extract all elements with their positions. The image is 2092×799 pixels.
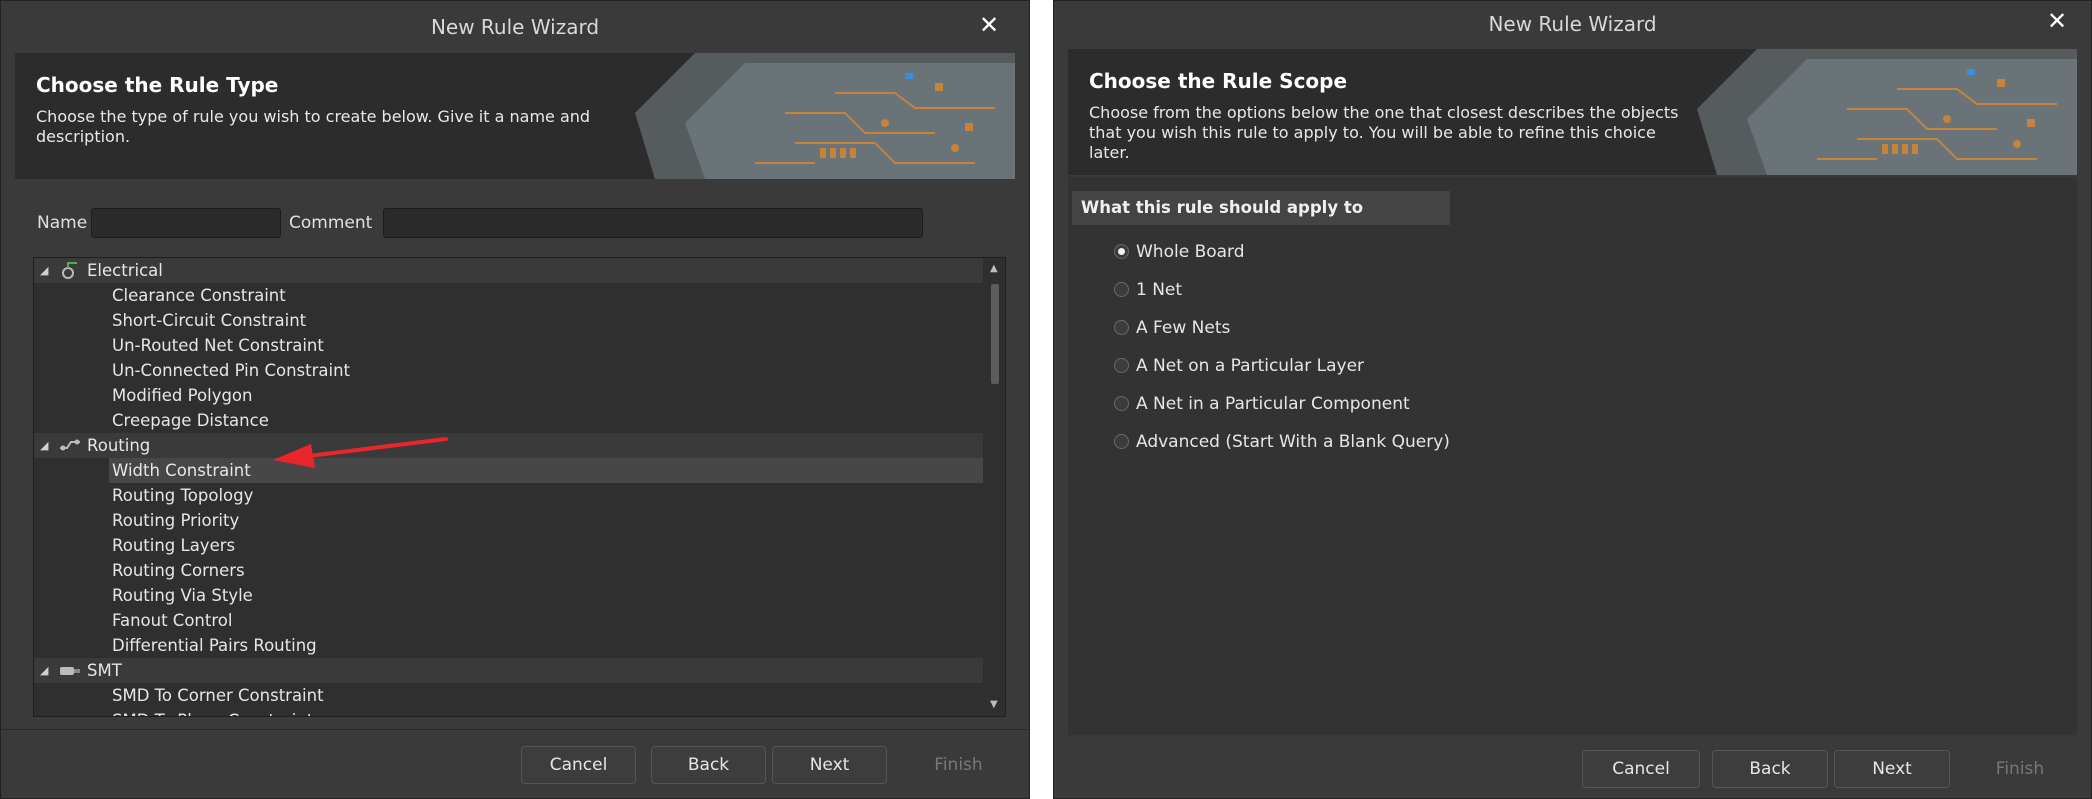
scope-option-label: A Few Nets (1136, 318, 1231, 338)
pcb-banner-image (635, 53, 1015, 179)
name-label: Name (37, 213, 88, 233)
tree-group-electrical[interactable]: ◢ Electrical (34, 258, 983, 283)
tree-item[interactable]: Short-Circuit Constraint (34, 308, 983, 333)
cancel-button[interactable]: Cancel (521, 746, 636, 784)
back-button[interactable]: Back (651, 746, 766, 784)
radio-button-selected[interactable] (1114, 244, 1129, 259)
tree-group-routing[interactable]: ◢ Routing (34, 433, 983, 458)
scope-option-label: Whole Board (1136, 242, 1245, 262)
tree-item-label: Routing Layers (112, 536, 236, 555)
wizard-banner: Choose the Rule Scope Choose from the op… (1068, 49, 2077, 175)
name-input[interactable] (91, 208, 281, 238)
scroll-down-icon[interactable]: ▼ (990, 700, 1000, 710)
collapse-triangle-icon[interactable]: ◢ (40, 258, 48, 283)
tree-item-label: Clearance Constraint (112, 286, 286, 305)
comment-input[interactable] (383, 208, 923, 238)
tree-item[interactable]: Routing Topology (34, 483, 983, 508)
pcb-banner-image (1697, 49, 2077, 175)
scope-panel: What this rule should apply to Whole Boa… (1068, 177, 2077, 735)
banner-heading: Choose the Rule Scope (1089, 69, 1348, 93)
tree-item-selected[interactable]: Width Constraint (109, 458, 983, 483)
scope-section-header: What this rule should apply to (1072, 191, 1450, 225)
radio-button[interactable] (1114, 358, 1129, 373)
tree-item[interactable]: SMD To Plane Constraint (34, 708, 983, 716)
tree-item-label: Routing Via Style (112, 586, 253, 605)
banner-heading: Choose the Rule Type (36, 73, 279, 97)
tree-group-label: Routing (87, 436, 151, 455)
scrollbar-thumb[interactable] (991, 284, 999, 384)
scroll-up-icon[interactable]: ▲ (990, 264, 1000, 274)
new-rule-wizard-dialog-type: New Rule Wizard ✕ Choose the Rule Type C… (0, 0, 1030, 799)
tree-item[interactable]: Routing Via Style (34, 583, 983, 608)
red-annotation-arrow (273, 437, 448, 468)
tree-item[interactable]: Fanout Control (34, 608, 983, 633)
radio-button[interactable] (1114, 282, 1129, 297)
tree-item-label: SMD To Corner Constraint (112, 686, 324, 705)
banner-description: Choose the type of rule you wish to crea… (36, 107, 591, 146)
tree-item-label: Width Constraint (112, 461, 251, 480)
window-title-text: New Rule Wizard (1488, 12, 1657, 36)
electrical-icon (62, 262, 77, 279)
smt-icon (60, 667, 80, 675)
tree-item-label: Modified Polygon (112, 386, 253, 405)
wizard-banner: Choose the Rule Type Choose the type of … (15, 53, 1015, 179)
footer-divider (1, 729, 1029, 730)
tree-item[interactable]: Differential Pairs Routing (34, 633, 983, 658)
tree-item[interactable]: Un-Connected Pin Constraint (34, 358, 983, 383)
tree-item[interactable]: Modified Polygon (34, 383, 983, 408)
tree-group-label: SMT (87, 661, 122, 680)
window-title: New Rule Wizard (1054, 1, 2091, 47)
next-button[interactable]: Next (772, 746, 887, 784)
scope-option-label: A Net on a Particular Layer (1136, 356, 1365, 376)
window-title: New Rule Wizard (1, 1, 1029, 53)
banner-description: Choose from the options below the one th… (1089, 103, 1679, 162)
tree-item-label: Fanout Control (112, 611, 233, 630)
finish-button[interactable]: Finish (901, 746, 1016, 784)
routing-icon (60, 439, 80, 451)
rule-type-tree[interactable]: ◢ Electrical Clearance Constraint Short-… (33, 257, 1006, 717)
tree-group-label: Electrical (87, 261, 163, 280)
next-button[interactable]: Next (1834, 750, 1950, 788)
tree-item-label: Short-Circuit Constraint (112, 311, 307, 330)
tree-item[interactable]: Creepage Distance (34, 408, 983, 433)
tree-item-label: Routing Topology (112, 486, 254, 505)
comment-label: Comment (289, 213, 373, 233)
back-button[interactable]: Back (1712, 750, 1828, 788)
finish-button[interactable]: Finish (1962, 750, 2078, 788)
tree-scrollbar[interactable]: ▲ ▼ (987, 260, 1003, 714)
tree-item-label: Routing Corners (112, 561, 245, 580)
radio-button[interactable] (1114, 434, 1129, 449)
radio-button[interactable] (1114, 320, 1129, 335)
scope-option-label: Advanced (Start With a Blank Query) (1136, 432, 1450, 452)
tree-item[interactable]: Routing Corners (34, 558, 983, 583)
tree-item-label: Creepage Distance (112, 411, 269, 430)
tree-group-smt[interactable]: ◢ SMT (34, 658, 983, 683)
tree-item-label: Un-Connected Pin Constraint (112, 361, 351, 380)
window-title-text: New Rule Wizard (430, 15, 600, 39)
new-rule-wizard-dialog-scope: New Rule Wizard ✕ Choose the Rule Scope … (1053, 0, 2092, 799)
tree-item[interactable]: Routing Priority (34, 508, 983, 533)
tree-item-label: Routing Priority (112, 511, 240, 530)
tree-item[interactable]: SMD To Corner Constraint (34, 683, 983, 708)
tree-item[interactable]: Routing Layers (34, 533, 983, 558)
tree-item[interactable]: Un-Routed Net Constraint (34, 333, 983, 358)
collapse-triangle-icon[interactable]: ◢ (40, 658, 48, 683)
tree-item-label: Un-Routed Net Constraint (112, 336, 324, 355)
radio-button[interactable] (1114, 396, 1129, 411)
collapse-triangle-icon[interactable]: ◢ (40, 433, 48, 458)
tree-item-label: SMD To Plane Constraint (112, 708, 313, 716)
tree-item-label: Differential Pairs Routing (112, 636, 317, 655)
tree-item[interactable]: Clearance Constraint (34, 283, 983, 308)
cancel-button[interactable]: Cancel (1582, 750, 1700, 788)
close-icon[interactable]: ✕ (2043, 7, 2071, 35)
scope-option-label: 1 Net (1136, 280, 1183, 300)
close-icon[interactable]: ✕ (975, 11, 1003, 39)
scope-option-label: A Net in a Particular Component (1136, 394, 1410, 414)
